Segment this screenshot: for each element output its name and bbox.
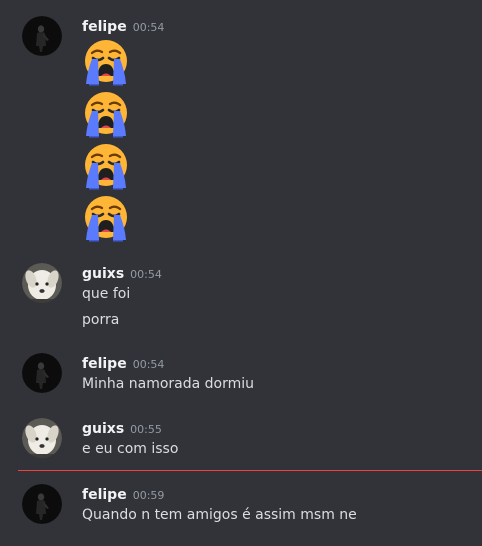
avatar[interactable] bbox=[22, 353, 62, 393]
new-messages-divider bbox=[18, 470, 482, 471]
timestamp: 00:55 bbox=[130, 423, 162, 436]
avatar[interactable] bbox=[22, 16, 62, 56]
avatar[interactable] bbox=[22, 418, 62, 458]
message-text: porra bbox=[82, 312, 120, 328]
username[interactable]: guixs bbox=[82, 266, 124, 282]
username[interactable]: felipe bbox=[82, 19, 127, 35]
message-header: guixs 00:55 bbox=[82, 418, 162, 438]
loudly-crying-face-emoji-icon[interactable] bbox=[82, 194, 130, 242]
message-text: e eu com isso bbox=[82, 441, 179, 457]
dark-figure-avatar-icon bbox=[22, 16, 62, 56]
username[interactable]: felipe bbox=[82, 356, 127, 372]
white-dog-avatar-icon bbox=[22, 263, 62, 303]
timestamp: 00:54 bbox=[130, 268, 162, 281]
loudly-crying-face-emoji-icon[interactable] bbox=[82, 90, 130, 138]
chat-messages: felipe 00:54 guixs 00:54 que foi porra fel… bbox=[0, 0, 482, 546]
avatar[interactable] bbox=[22, 263, 62, 303]
loudly-crying-face-emoji-icon[interactable] bbox=[82, 142, 130, 190]
username[interactable]: guixs bbox=[82, 421, 124, 437]
white-dog-avatar-icon bbox=[22, 418, 62, 458]
dark-figure-avatar-icon bbox=[22, 484, 62, 524]
timestamp: 00:59 bbox=[132, 489, 165, 502]
message-header: felipe 00:54 bbox=[82, 353, 164, 373]
avatar[interactable] bbox=[22, 484, 62, 524]
message-header: felipe 00:59 bbox=[82, 484, 164, 504]
message-text: que foi bbox=[82, 286, 131, 302]
loudly-crying-face-emoji-icon[interactable] bbox=[82, 38, 130, 86]
timestamp: 00:54 bbox=[132, 21, 165, 34]
dark-figure-avatar-icon bbox=[22, 353, 62, 393]
message-header: felipe 00:54 bbox=[82, 16, 164, 36]
message-header: guixs 00:54 bbox=[82, 263, 162, 283]
message-text: Minha namorada dormiu bbox=[82, 376, 255, 392]
message-text: Quando n tem amigos é assim msm ne bbox=[82, 507, 357, 523]
username[interactable]: felipe bbox=[82, 487, 127, 503]
timestamp: 00:54 bbox=[132, 358, 165, 371]
